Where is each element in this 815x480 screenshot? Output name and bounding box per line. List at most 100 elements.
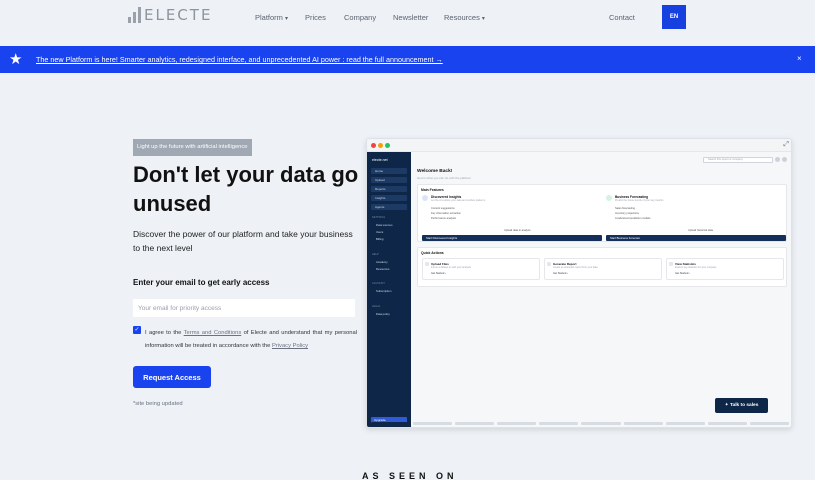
quick-action-button: Get Started › <box>553 272 568 275</box>
language-button[interactable]: EN <box>662 5 686 29</box>
preview-side-item: Reports <box>371 186 407 192</box>
preview-sidebar: electe.net Home Upload Reports Insights … <box>367 152 411 427</box>
nav-resources[interactable]: Resources ▾ <box>444 13 485 22</box>
feature-item: Sales forecasting <box>615 207 635 210</box>
hero-headline: Don't let your data go unused <box>133 162 359 216</box>
insight-icon <box>422 195 428 201</box>
preview-side-section: LEGAL <box>372 305 381 308</box>
forecast-icon <box>606 195 612 201</box>
preview-side-section: HELP <box>372 253 379 256</box>
feature-desc: Predict the future trends of your key me… <box>615 199 664 202</box>
preview-side-item: Agents <box>371 204 407 210</box>
logo-text: ELECTE <box>144 6 213 24</box>
main-features-title: Main Features <box>421 188 444 192</box>
quick-action-button: Get Started › <box>675 272 690 275</box>
preview-side-item: Home <box>371 168 407 174</box>
feature-start-button: Start Discovered Insights <box>422 235 602 241</box>
slide-progress <box>371 422 789 425</box>
feature-item: Key information extraction <box>431 212 461 215</box>
preview-side-item: Upload <box>371 177 407 183</box>
preview-welcome-sub: Here's what you can do with the platform <box>417 176 472 180</box>
dashboard-preview: ⤢ electe.net Home Upload Reports Insight… <box>366 138 792 428</box>
quick-action-card: Upload Files Import a dataset to start y… <box>422 258 540 280</box>
avatar <box>782 157 787 162</box>
upload-icon <box>425 262 429 266</box>
email-label: Enter your email to get early access <box>133 278 270 287</box>
top-navbar: ELECTE Platform ▾ Prices Company Newslett… <box>0 0 815 46</box>
quick-action-card: Generate Report Create an automatic repo… <box>544 258 662 280</box>
consent-text: I agree to the Terms and Conditions of E… <box>145 330 357 349</box>
preview-welcome: Welcome Back! <box>417 169 453 174</box>
quick-action-button: Get Started › <box>431 272 446 275</box>
window-titlebar: ⤢ <box>367 139 791 152</box>
main-features-panel: Main Features Discovered Insights Let th… <box>417 184 787 242</box>
quick-action-card: View Statistics Explore key statistics f… <box>666 258 784 280</box>
slide-indicator[interactable] <box>623 422 663 425</box>
electe-logo[interactable]: ELECTE <box>128 7 212 23</box>
quick-action-desc: Explore key statistics for your company <box>675 266 717 269</box>
hero-tag: Light up the future with artificial inte… <box>133 139 252 156</box>
slide-indicator[interactable] <box>665 422 705 425</box>
slide-indicator[interactable] <box>707 422 747 425</box>
quick-action-desc: Create an automatic report from your dat… <box>553 266 598 269</box>
bell-icon <box>775 157 780 162</box>
preview-main: Search this report or company Welcome Ba… <box>411 152 791 427</box>
feature-item: Content suggestions <box>431 207 455 210</box>
preview-search: Search this report or company <box>703 157 773 163</box>
nav-company[interactable]: Company <box>344 13 376 22</box>
window-minimize-dot <box>378 143 383 148</box>
window-close-dot <box>371 143 376 148</box>
preview-side-link: Subscription <box>376 289 392 293</box>
slide-indicator[interactable] <box>749 422 789 425</box>
feature-upload-hint: Upload data to analyze <box>504 229 531 232</box>
preview-side-section: ACCOUNT <box>372 282 385 285</box>
preview-side-link: Users <box>376 230 384 234</box>
feature-start-button: Start Business Forecast <box>606 235 786 241</box>
feature-item: Inventory projections <box>615 212 639 215</box>
privacy-link[interactable]: Privacy Policy <box>272 343 308 349</box>
email-input[interactable] <box>133 299 355 317</box>
preview-side-section: SETTINGS <box>372 216 385 219</box>
expand-icon[interactable]: ⤢ <box>783 141 789 149</box>
consent-checkbox[interactable]: ✓ <box>133 326 141 334</box>
nav-contact[interactable]: Contact <box>609 13 635 22</box>
slide-indicator[interactable] <box>413 422 453 425</box>
feature-item: AI advanced prediction models <box>615 217 651 220</box>
statistics-icon <box>669 262 673 266</box>
slide-indicator[interactable] <box>497 422 537 425</box>
preview-side-link: Data sources <box>376 223 393 227</box>
chevron-down-icon: ▾ <box>284 16 288 22</box>
window-maximize-dot <box>385 143 390 148</box>
nav-platform[interactable]: Platform ▾ <box>255 13 288 22</box>
report-icon <box>547 262 551 266</box>
preview-side-link: Data policy <box>376 312 390 316</box>
nav-newsletter[interactable]: Newsletter <box>393 13 428 22</box>
talk-to-sales-button[interactable]: ✦ Talk to sales <box>715 398 768 413</box>
slide-indicator[interactable] <box>455 422 495 425</box>
checkmark-icon: ✓ <box>134 327 140 333</box>
announcement-link[interactable]: The new Platform is here! Smarter analyt… <box>36 55 443 64</box>
feature-upload-hint: Upload historical data <box>688 229 713 232</box>
preview-brand: electe.net <box>372 158 388 162</box>
quick-actions-panel: Quick Actions Upload Files Import a data… <box>417 247 787 287</box>
slide-indicator[interactable] <box>539 422 579 425</box>
logo-bars-icon <box>128 7 141 23</box>
feature-desc: Let the AI explore your data and surface… <box>431 199 486 202</box>
preview-side-item: Insights <box>371 195 407 201</box>
terms-link[interactable]: Terms and Conditions <box>184 330 242 336</box>
nav-prices[interactable]: Prices <box>305 13 326 22</box>
sparkle-star-icon: ★ <box>9 51 23 68</box>
request-access-button[interactable]: Request Access <box>133 366 211 388</box>
slide-indicator[interactable] <box>581 422 621 425</box>
preview-side-link: Billing <box>376 237 384 241</box>
announcement-banner: ★ The new Platform is here! Smarter anal… <box>0 46 815 73</box>
chevron-down-icon: ▾ <box>481 16 485 22</box>
hero-subtext: Discover the power of our platform and t… <box>133 229 353 253</box>
preview-side-link: Resources <box>376 267 390 271</box>
preview-side-link: Academy <box>376 260 388 264</box>
quick-action-desc: Import a dataset to start your analysis <box>431 266 471 269</box>
slide-indicator[interactable] <box>371 422 411 425</box>
close-icon[interactable]: × <box>797 54 802 63</box>
feature-item: Performance analysis <box>431 217 456 220</box>
update-note: *site being updated <box>133 401 183 407</box>
